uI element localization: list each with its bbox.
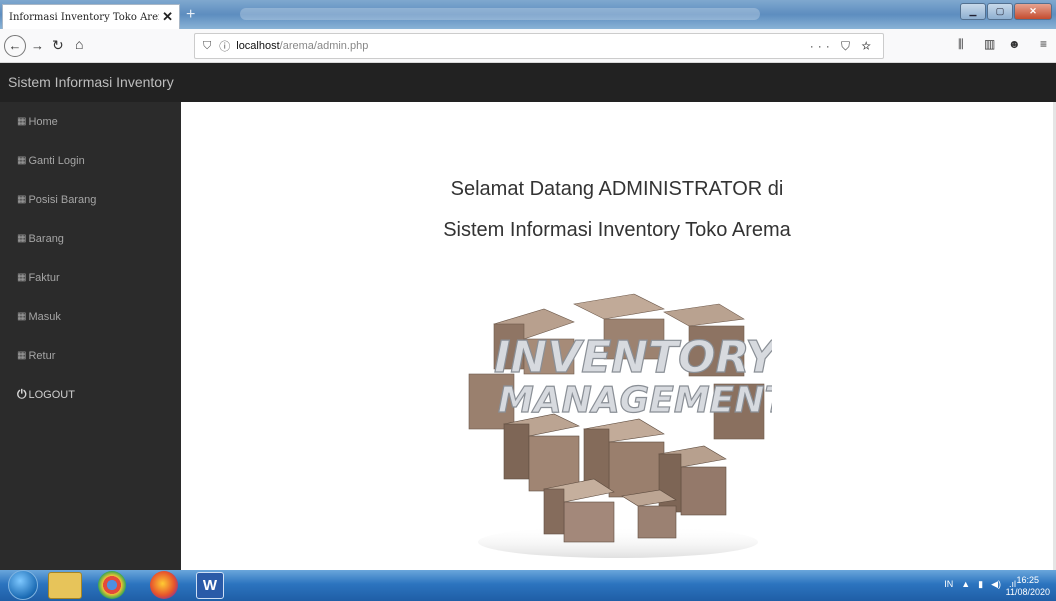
sidebar-item-label: Retur <box>28 349 56 362</box>
table-icon: ▦ <box>17 155 27 166</box>
account-icon[interactable]: ☻ <box>1008 37 1021 51</box>
sidebar-toggle-icon[interactable]: ▥ <box>984 37 995 51</box>
back-icon[interactable]: ← <box>4 35 26 57</box>
sidebar-item-masuk[interactable]: ▦ Masuk <box>0 297 181 336</box>
image-text-management: MANAGEMENT <box>498 380 772 421</box>
sidebar-item-home[interactable]: ▦ Home <box>0 102 181 141</box>
sidebar-item-label: LOGOUT <box>28 388 75 401</box>
image-text-inventory: INVENTORY <box>494 332 772 383</box>
chrome-icon[interactable] <box>98 571 126 599</box>
clock[interactable]: 16:25 11/08/2020 <box>1006 574 1050 598</box>
url-path: /arema/admin.php <box>279 40 369 52</box>
windows-taskbar: W IN ▲ ▮ ◀) .ıl 16:25 11/08/2020 <box>0 570 1056 601</box>
browser-tab-strip: Informasi Inventory Toko Arema. ✕ + ▁ ▢ … <box>0 0 1056 29</box>
clock-date: 11/08/2020 <box>1005 587 1050 597</box>
home-icon[interactable]: ⌂ <box>75 36 83 52</box>
main-content: Selamat Datang ADMINISTRATOR di Sistem I… <box>181 102 1053 570</box>
table-icon: ▦ <box>17 350 27 361</box>
sidebar-item-retur[interactable]: ▦ Retur <box>0 336 181 375</box>
close-window-icon[interactable]: ✕ <box>1014 3 1052 20</box>
sidebar-item-label: Masuk <box>28 310 61 323</box>
app-brand[interactable]: Sistem Informasi Inventory <box>8 74 174 90</box>
sidebar-item-barang[interactable]: ▦ Barang <box>0 219 181 258</box>
tab-title: Informasi Inventory Toko Arema. <box>9 11 159 23</box>
inventory-management-image: INVENTORY MANAGEMENT <box>468 293 772 558</box>
reload-icon[interactable]: ↻ <box>52 37 64 54</box>
table-icon: ▦ <box>17 194 27 205</box>
sidebar-item-logout[interactable]: ⏻ LOGOUT <box>0 375 181 414</box>
start-button-icon[interactable] <box>8 570 38 600</box>
table-icon: ▦ <box>17 311 27 322</box>
new-tab-icon[interactable]: + <box>186 6 195 24</box>
tray-expand-icon[interactable]: ▲ <box>961 579 970 590</box>
clock-time: 16:25 <box>1016 575 1040 585</box>
welcome-heading: Selamat Datang ADMINISTRATOR di <box>450 178 784 200</box>
sidebar-item-label: Posisi Barang <box>28 193 97 206</box>
menu-icon[interactable]: ≡ <box>1040 37 1047 51</box>
sidebar-item-posisi-barang[interactable]: ▦ Posisi Barang <box>0 180 181 219</box>
word-icon[interactable]: W <box>196 572 224 599</box>
tab-close-icon[interactable]: ✕ <box>162 9 173 25</box>
sidebar-item-faktur[interactable]: ▦ Faktur <box>0 258 181 297</box>
app-header: Sistem Informasi Inventory <box>0 63 1056 102</box>
volume-icon[interactable]: ◀) <box>991 579 1001 590</box>
address-bar[interactable]: ⛉ ⓘ localhost/arema/admin.php ··· ⛉ ☆ <box>194 33 884 59</box>
library-icon[interactable]: ⫼ <box>958 37 964 52</box>
sidebar-item-label: Home <box>28 115 58 128</box>
minimize-icon[interactable]: ▁ <box>960 3 986 20</box>
forward-icon[interactable]: → <box>31 38 44 53</box>
page-actions-icon[interactable]: ··· ⛉ ☆ <box>810 39 875 54</box>
browser-tab[interactable]: Informasi Inventory Toko Arema. ✕ <box>2 4 180 29</box>
language-indicator[interactable]: IN <box>944 579 953 590</box>
power-icon: ⏻ <box>17 387 27 401</box>
url-host: localhost <box>236 40 280 52</box>
sidebar: ▦ Home ▦ Ganti Login ▦ Posisi Barang ▦ B… <box>0 102 181 570</box>
sidebar-item-label: Barang <box>28 232 64 245</box>
browser-toolbar: ← → ↻ ⌂ ⛉ ⓘ localhost/arema/admin.php ··… <box>0 29 1056 63</box>
window-title-blurred <box>240 8 760 20</box>
table-icon: ▦ <box>17 116 27 127</box>
info-icon[interactable]: ⓘ <box>219 38 230 54</box>
maximize-icon[interactable]: ▢ <box>987 3 1013 20</box>
welcome-subheading: Sistem Informasi Inventory Toko Arema <box>443 219 791 241</box>
firefox-icon[interactable] <box>150 571 178 599</box>
sidebar-item-label: Ganti Login <box>28 154 85 167</box>
sidebar-item-label: Faktur <box>28 271 60 284</box>
file-explorer-icon[interactable] <box>48 572 82 599</box>
table-icon: ▦ <box>17 272 27 283</box>
network-icon[interactable]: ▮ <box>978 579 983 590</box>
window-controls: ▁ ▢ ✕ <box>960 3 1052 20</box>
sidebar-item-ganti-login[interactable]: ▦ Ganti Login <box>0 141 181 180</box>
table-icon: ▦ <box>17 233 27 244</box>
shield-icon[interactable]: ⛉ <box>203 40 211 53</box>
